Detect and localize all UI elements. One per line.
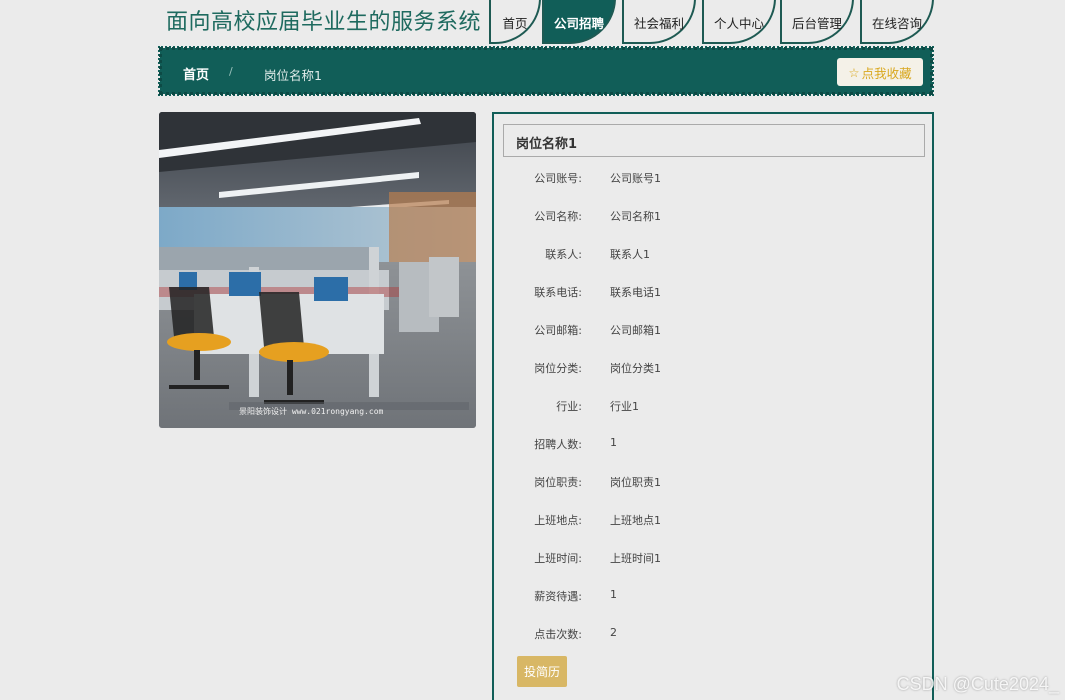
detail-value: 公司账号1 bbox=[610, 172, 661, 185]
detail-label: 行业: bbox=[556, 400, 582, 413]
breadcrumb-separator: / bbox=[229, 65, 233, 78]
office-photo-illustration: 景阳装饰设计 www.021rongyang.com bbox=[159, 112, 476, 428]
detail-value: 公司名称1 bbox=[610, 210, 661, 223]
detail-value: 2 bbox=[610, 626, 617, 639]
detail-label: 上班时间: bbox=[534, 552, 582, 565]
detail-value: 1 bbox=[610, 588, 617, 601]
detail-value: 联系人1 bbox=[610, 248, 650, 261]
detail-label: 点击次数: bbox=[534, 628, 582, 641]
detail-label: 联系电话: bbox=[534, 286, 582, 299]
detail-value: 上班地点1 bbox=[610, 514, 661, 527]
job-detail-panel: 岗位名称1 公司账号: 公司账号1 公司名称: 公司名称1 联系人: 联系人1 联系电话: 联… bbox=[492, 112, 934, 700]
breadcrumb-bar: 首页 / 岗位名称1 ☆ 点我收藏 bbox=[158, 46, 934, 96]
detail-value: 岗位分类1 bbox=[610, 362, 661, 375]
detail-label: 岗位职责: bbox=[534, 476, 582, 489]
job-photo: 景阳装饰设计 www.021rongyang.com bbox=[159, 112, 476, 428]
detail-label: 公司账号: bbox=[534, 172, 582, 185]
job-title: 岗位名称1 bbox=[503, 124, 925, 157]
star-outline-icon: ☆ bbox=[848, 64, 860, 80]
detail-row: 岗位职责: 岗位职责1 bbox=[494, 474, 934, 494]
breadcrumb-current: 岗位名称1 bbox=[264, 68, 322, 83]
nav-tab[interactable]: 后台管理 bbox=[780, 0, 854, 44]
detail-value: 联系电话1 bbox=[610, 286, 661, 299]
detail-value: 岗位职责1 bbox=[610, 476, 661, 489]
detail-label: 公司邮箱: bbox=[534, 324, 582, 337]
detail-row: 公司名称: 公司名称1 bbox=[494, 208, 934, 228]
detail-row: 联系电话: 联系电话1 bbox=[494, 284, 934, 304]
detail-label: 岗位分类: bbox=[534, 362, 582, 375]
breadcrumb-home-link[interactable]: 首页 bbox=[183, 64, 209, 83]
detail-row: 薪资待遇: 1 bbox=[494, 588, 934, 608]
detail-value: 公司邮箱1 bbox=[610, 324, 661, 337]
detail-row: 点击次数: 2 bbox=[494, 626, 934, 646]
apply-resume-button[interactable]: 投简历 bbox=[517, 656, 567, 687]
site-title: 面向高校应届毕业生的服务系统 bbox=[166, 10, 482, 35]
photo-watermark: 景阳装饰设计 www.021rongyang.com bbox=[239, 406, 384, 416]
detail-label: 联系人: bbox=[545, 248, 582, 261]
nav-tab[interactable]: 在线咨询 bbox=[860, 0, 934, 44]
detail-row: 岗位分类: 岗位分类1 bbox=[494, 360, 934, 380]
nav-tab[interactable]: 首页 bbox=[489, 0, 541, 44]
detail-value: 1 bbox=[610, 436, 617, 449]
detail-row: 联系人: 联系人1 bbox=[494, 246, 934, 266]
detail-label: 招聘人数: bbox=[534, 438, 582, 451]
detail-row: 行业: 行业1 bbox=[494, 398, 934, 418]
nav-tab[interactable]: 个人中心 bbox=[702, 0, 776, 44]
detail-row: 上班时间: 上班时间1 bbox=[494, 550, 934, 570]
favorite-label: 点我收藏 bbox=[861, 65, 912, 81]
detail-row: 公司邮箱: 公司邮箱1 bbox=[494, 322, 934, 342]
detail-row: 上班地点: 上班地点1 bbox=[494, 512, 934, 532]
detail-value: 行业1 bbox=[610, 400, 639, 413]
detail-value: 上班时间1 bbox=[610, 552, 661, 565]
detail-label: 薪资待遇: bbox=[534, 590, 582, 603]
detail-row: 招聘人数: 1 bbox=[494, 436, 934, 456]
detail-label: 上班地点: bbox=[534, 514, 582, 527]
favorite-button[interactable]: ☆ 点我收藏 bbox=[837, 58, 923, 86]
nav-tab[interactable]: 公司招聘 bbox=[542, 0, 616, 44]
detail-label: 公司名称: bbox=[534, 210, 582, 223]
csdn-watermark: CSDN @Cute2024_ bbox=[896, 674, 1059, 694]
nav-tab[interactable]: 社会福利 bbox=[622, 0, 696, 44]
detail-row: 公司账号: 公司账号1 bbox=[494, 170, 934, 190]
